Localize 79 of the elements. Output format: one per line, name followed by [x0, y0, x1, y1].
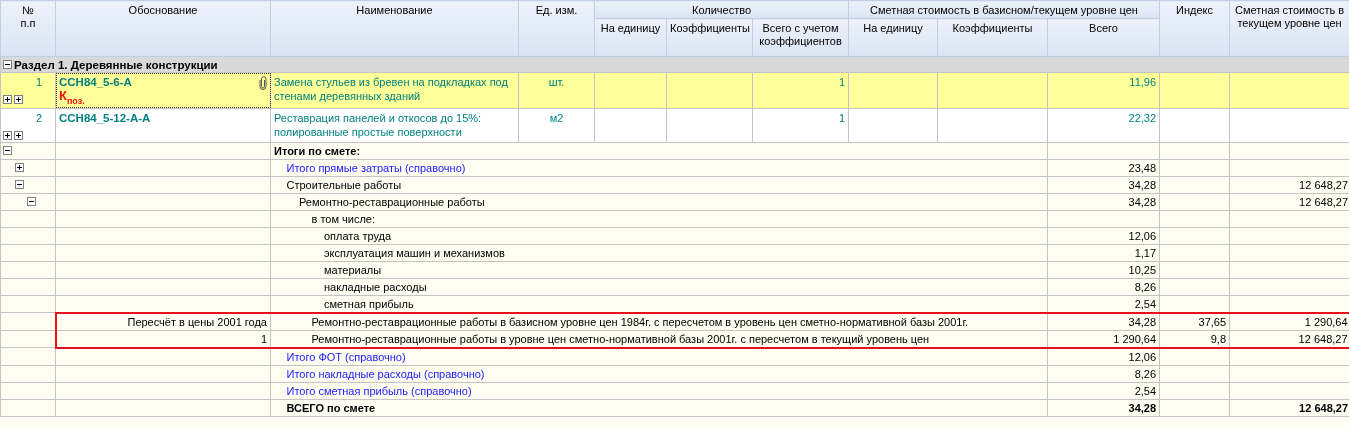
table-cell: 8,26 — [1134, 280, 1157, 293]
table-cell: материалы — [324, 263, 382, 276]
table-cell: Итоги по смете: — [274, 144, 361, 157]
table-cell: 8,26 — [1134, 367, 1157, 380]
tree-toggle[interactable] — [14, 130, 23, 140]
table-cell: 23,48 — [1128, 161, 1157, 174]
table-cell: 1 — [838, 111, 846, 124]
table-cell: 10,25 — [1128, 263, 1157, 276]
column-header: Сметная стоимость в базисном/текущем уровне цен — [870, 4, 1138, 16]
table-row[interactable]: 1 ССН84_5-6-А К$_{поз.}$ Замена стульев из бревен на подкладках под стенами деревянных зданий шт. 1 11,96 — [0, 72, 1349, 109]
table-cell: 1 — [260, 332, 267, 345]
table-cell: Реставрация панелей и откосов до 15%: полированные простые поверхности — [274, 111, 482, 138]
table-cell: оплата труда — [324, 229, 392, 242]
table-cell: 2,54 — [1134, 297, 1157, 310]
table-cell: 34,28 — [1128, 401, 1157, 414]
tree-toggle[interactable] — [14, 95, 23, 104]
tree-toggle[interactable] — [27, 197, 36, 207]
tree-toggle[interactable] — [3, 60, 12, 69]
table-cell: 12,06 — [1128, 229, 1157, 242]
table-cell: 34,28 — [1128, 178, 1157, 191]
table-cell: Строительные работы — [286, 178, 402, 191]
table-cell: сметная прибыль — [324, 297, 414, 310]
column-header: На единицу — [600, 22, 661, 34]
code-link[interactable]: ССН84_5-6-А — [59, 75, 132, 89]
column-header: Ед. изм. — [535, 4, 578, 16]
column-header: На единицу — [863, 22, 923, 34]
column-header: Всего — [1089, 22, 1118, 34]
table-cell: 12 648,27 — [1299, 195, 1349, 208]
table-cell: 9,8 — [1210, 332, 1227, 345]
tree-toggle[interactable] — [3, 130, 12, 140]
column-header: Индекс — [1176, 4, 1213, 16]
column-header: Наименование — [356, 4, 433, 16]
summary-link[interactable]: Итого ФОТ (справочно) — [286, 350, 406, 363]
tree-toggle[interactable] — [15, 163, 24, 173]
code-link[interactable]: ССН84_5-12-А-А — [59, 110, 151, 125]
table-cell: эксплуатация машин и механизмов — [324, 246, 505, 259]
table-row[interactable]: 2 ССН84_5-12-А-А Реставрация панелей и откосов до 15%: полированные простые поверхности м2 1 22,32 — [0, 108, 1349, 143]
table-cell: Замена стульев из бревен на подкладках под стенами деревянных зданий — [274, 76, 508, 102]
table-cell: 1 290,64 — [1113, 332, 1157, 345]
table-cell: Ремонтно-реставрационные работы в базисном уровне цен 1984г. с пересчетом в уровень цен сметно-нормативной базы 2001г. — [311, 315, 969, 328]
column-header: Сметная стоимость в текущем уровне цен — [1235, 4, 1345, 29]
column-header: Коэффициенты — [952, 22, 1033, 34]
tree-toggle[interactable] — [15, 180, 24, 190]
table-cell: 2 — [35, 110, 42, 125]
table-cell: 2,54 — [1134, 384, 1157, 397]
table-cell: 22,32 — [1128, 111, 1157, 124]
table-cell: 12,06 — [1128, 350, 1157, 363]
table-cell: Пересчёт в цены 2001 года — [127, 315, 267, 328]
table-cell: 1 290,64 — [1304, 315, 1348, 328]
table-cell: 1,17 — [1134, 246, 1157, 259]
summary-link[interactable]: Итого сметная прибыль (справочно) — [286, 384, 472, 397]
table-cell: шт. — [548, 76, 565, 88]
table-cell: Ремонтно-реставрационные работы в уровне цен сметно-нормативной базы 2001г. с пересчетом в текущий уровень цен — [311, 332, 930, 345]
table-cell: 12 648,27 — [1299, 178, 1349, 191]
tree-toggle[interactable] — [3, 95, 12, 104]
paperclip-icon[interactable] — [259, 76, 267, 90]
table-cell: 37,65 — [1198, 315, 1227, 328]
column-header: № п.п — [20, 4, 36, 30]
table-cell: м2 — [549, 111, 564, 124]
column-header: Обоснование — [128, 4, 198, 16]
table-cell: 1 — [838, 76, 846, 88]
table-cell: 11,96 — [1129, 76, 1157, 88]
table-cell: в том числе: — [311, 212, 376, 225]
position-mark: К$_{поз.}$ — [59, 89, 86, 108]
table-cell: 34,28 — [1128, 315, 1157, 328]
table-cell: Ремонтно-реставрационные работы — [299, 195, 485, 208]
summary-link[interactable]: Итого накладные расходы (справочно) — [286, 367, 485, 380]
table-cell: накладные расходы — [324, 280, 427, 293]
table-cell: 34,28 — [1128, 195, 1157, 208]
table-cell: 12 648,27 — [1298, 332, 1348, 345]
table-cell: ВСЕГО по смете — [286, 401, 376, 414]
section-title: Раздел 1. Деревянные конструкции — [14, 58, 218, 71]
column-header: Всего с учетом коэффициентов — [759, 22, 842, 47]
column-header: Коэффициенты — [670, 22, 750, 34]
column-header: Количество — [691, 4, 752, 16]
table-cell: 12 648,27 — [1299, 401, 1349, 414]
table-cell: 1 — [35, 75, 42, 89]
summary-link[interactable]: Итого прямые затраты (справочно) — [286, 161, 466, 174]
tree-toggle[interactable] — [3, 146, 12, 156]
